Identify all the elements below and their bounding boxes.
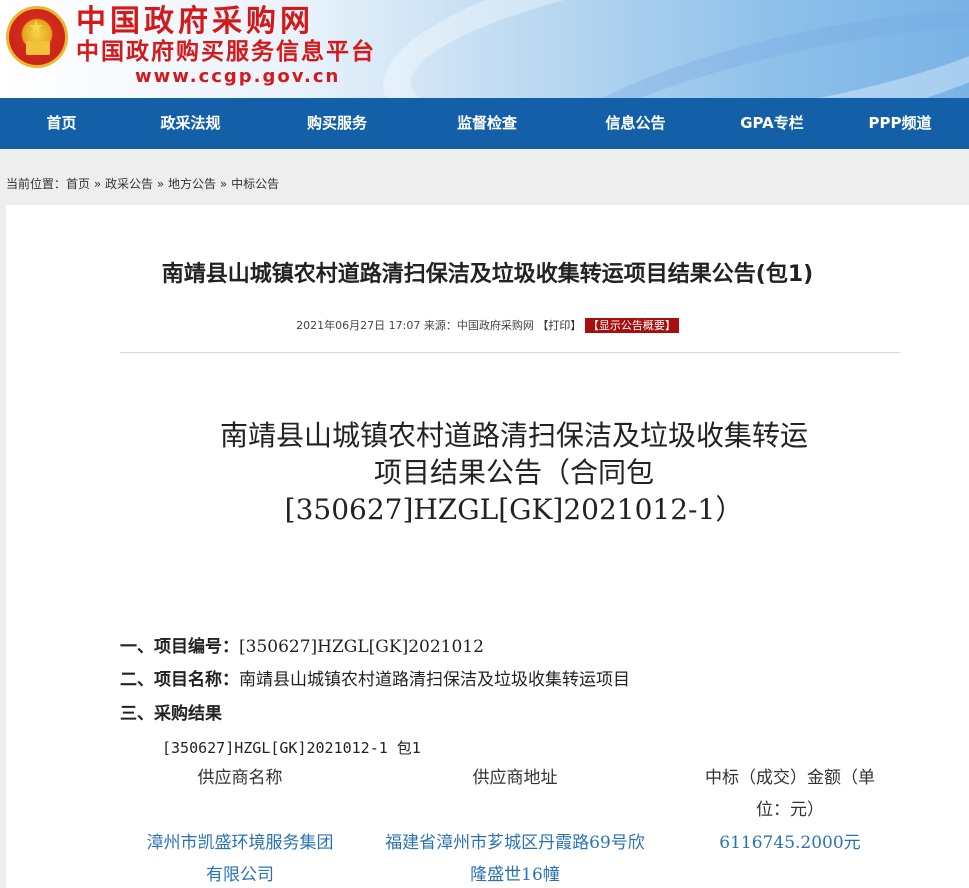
- amount-cell: 6116745.2000元: [719, 833, 861, 853]
- section-heading: 三、采购结果: [120, 704, 222, 724]
- show-summary-button[interactable]: 【显示公告概要】: [584, 318, 679, 333]
- breadcrumb-home[interactable]: 首页: [66, 177, 90, 191]
- supplier-address-cell: 福建省漳州市芗城区丹霞路69号欣 隆盛世16幢: [385, 833, 645, 885]
- divider: [120, 352, 900, 353]
- nav-item-purchase-services[interactable]: 购买服务: [258, 98, 416, 149]
- section-heading: 一、项目编号：: [120, 637, 239, 657]
- document-title-line: 南靖县山城镇农村道路清扫保洁及垃圾收集转运: [219, 419, 808, 452]
- section-project-name: 二、项目名称：南靖县山城镇农村道路清扫保洁及垃圾收集转运项目: [120, 669, 630, 691]
- nav-item-ppp[interactable]: PPP频道: [831, 98, 969, 149]
- table-header-supplier-address: 供应商地址: [472, 768, 558, 788]
- package-line: [350627]HZGL[GK]2021012-1 包1: [162, 739, 421, 757]
- nav-item-supervision[interactable]: 监督检查: [416, 98, 558, 149]
- project-number: [350627]HZGL[GK]2021012: [239, 637, 484, 657]
- print-link[interactable]: 【打印】: [537, 319, 581, 332]
- article-panel: 南靖县山城镇农村道路清扫保洁及垃圾收集转运项目结果公告(包1) 2021年06月…: [6, 205, 969, 888]
- section-project-number: 一、项目编号：[350627]HZGL[GK]2021012: [120, 636, 484, 658]
- breadcrumb-separator: »: [156, 177, 165, 191]
- site-url[interactable]: www.ccgp.gov.cn: [135, 66, 340, 88]
- breadcrumb-prefix: 当前位置：: [6, 177, 67, 191]
- nav-item-announcements[interactable]: 信息公告: [558, 98, 713, 149]
- nav-item-gpa[interactable]: GPA专栏: [713, 98, 831, 149]
- section-procurement-result: 三、采购结果: [120, 703, 222, 725]
- supplier-name-cell[interactable]: 漳州市凯盛环境服务集团 有限公司: [120, 827, 360, 888]
- document-title: 南靖县山城镇农村道路清扫保洁及垃圾收集转运 项目结果公告（合同包 [350627…: [126, 417, 902, 528]
- breadcrumb: 当前位置：首页 » 政采公告 » 地方公告 » 中标公告: [6, 176, 279, 192]
- breadcrumb-gov-procurement[interactable]: 政采公告: [105, 177, 153, 191]
- article-meta: 2021年06月27日 17:07 来源：中国政府采购网 【打印】 【显示公告概…: [6, 318, 969, 333]
- nav-item-home[interactable]: 首页: [0, 98, 123, 149]
- breadcrumb-separator: »: [93, 177, 102, 191]
- site-subtitle: 中国政府购买服务信息平台: [76, 39, 376, 65]
- source-label: 来源：: [423, 319, 457, 332]
- project-name: 南靖县山城镇农村道路清扫保洁及垃圾收集转运项目: [239, 670, 630, 690]
- main-nav: 首页 政采法规 购买服务 监督检查 信息公告 GPA专栏 PPP频道: [0, 98, 969, 149]
- national-emblem-icon: ★: [6, 6, 68, 68]
- breadcrumb-separator: »: [219, 177, 228, 191]
- article-title: 南靖县山城镇农村道路清扫保洁及垃圾收集转运项目结果公告(包1): [161, 262, 814, 287]
- document-title-line: [350627]HZGL[GK]2021012-1）: [284, 493, 744, 526]
- nav-item-regulations[interactable]: 政采法规: [123, 98, 258, 149]
- table-header-supplier-name: 供应商名称: [197, 768, 283, 788]
- table-header-amount: 中标（成交）金额（单 位：元）: [705, 768, 875, 820]
- breadcrumb-award-announcements[interactable]: 中标公告: [231, 177, 279, 191]
- publish-date: 2021年06月27日 17:07: [296, 319, 421, 332]
- section-heading: 二、项目名称：: [120, 670, 239, 690]
- breadcrumb-local-announcements[interactable]: 地方公告: [168, 177, 216, 191]
- site-name[interactable]: 中国政府采购网: [76, 4, 314, 40]
- document-title-line: 项目结果公告（合同包: [373, 456, 654, 489]
- site-header: ★ 中国政府采购网 中国政府购买服务信息平台 www.ccgp.gov.cn: [0, 0, 969, 98]
- source-name: 中国政府采购网: [456, 319, 534, 332]
